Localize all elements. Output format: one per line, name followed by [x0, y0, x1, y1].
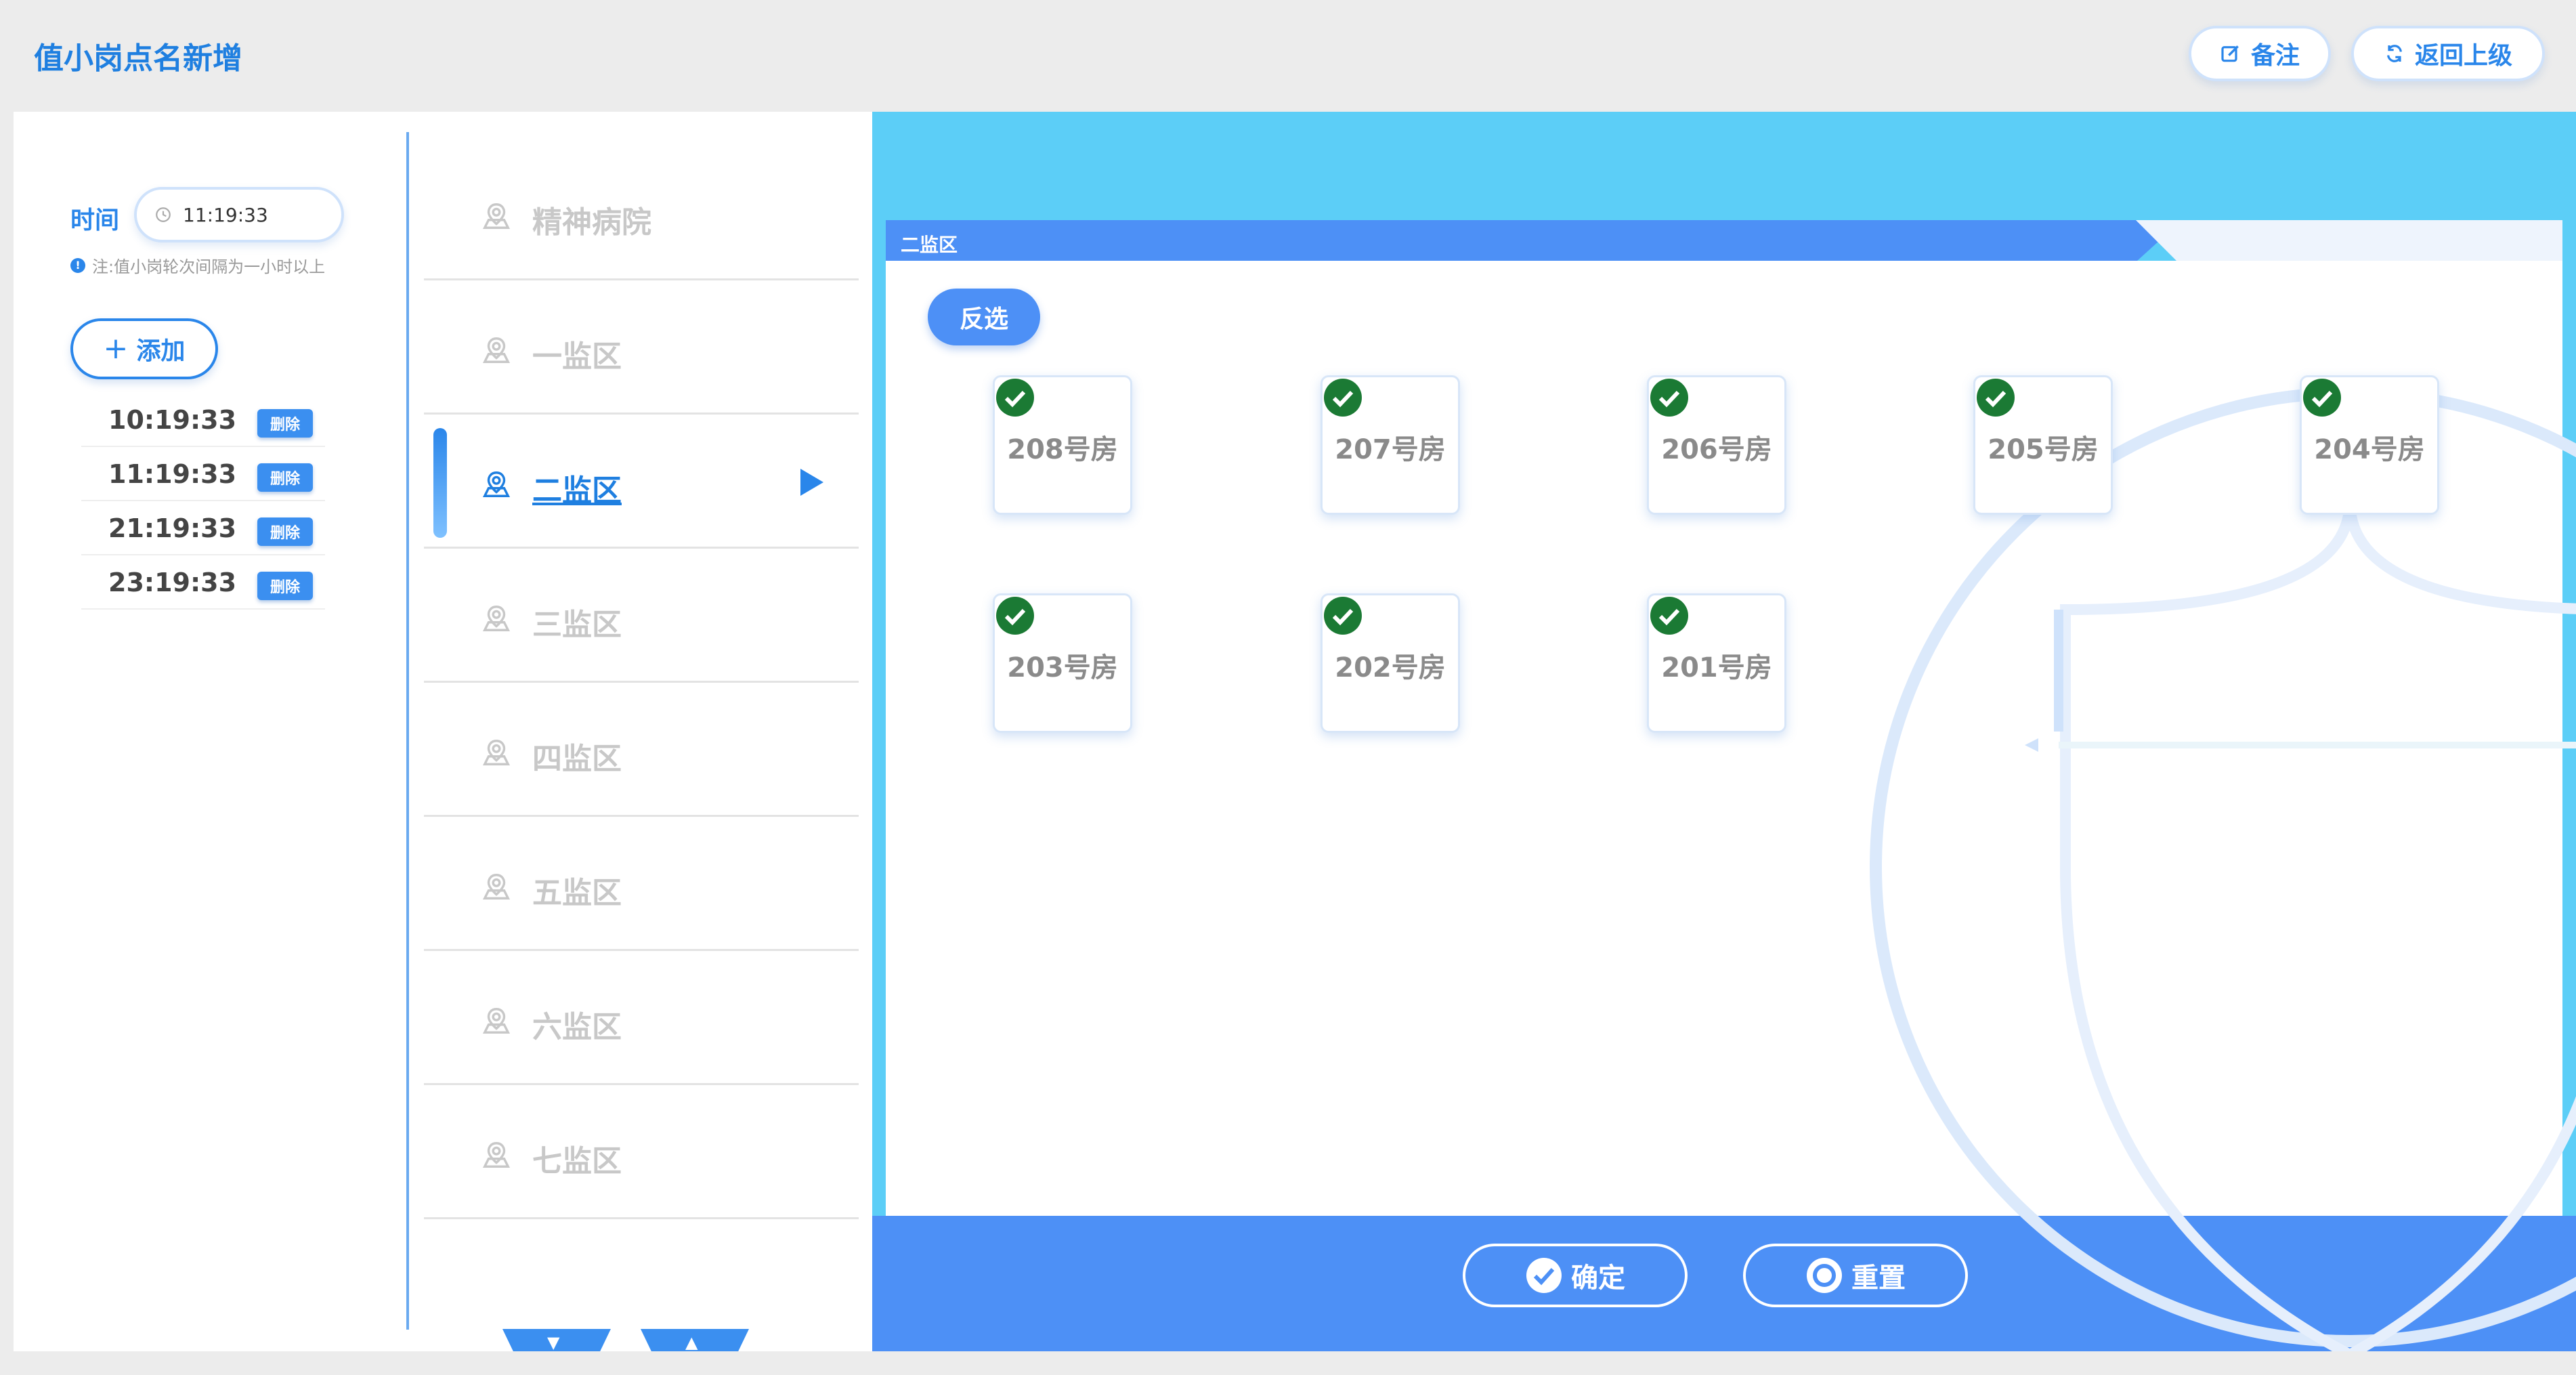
- zone-title: 二监区: [901, 234, 958, 256]
- area-item-zone-4[interactable]: 四监区: [424, 683, 859, 817]
- info-icon: !: [70, 257, 85, 273]
- time-input-value: 11:19:33: [183, 203, 268, 226]
- room-card[interactable]: 202号房: [1321, 593, 1460, 733]
- delete-button[interactable]: 删除: [257, 463, 313, 492]
- zone-header-decor: [2136, 220, 2562, 261]
- area-item-zone-2[interactable]: 二监区: [424, 415, 859, 549]
- reset-button-label: 重置: [1851, 1263, 1906, 1294]
- active-indicator: [433, 428, 447, 538]
- area-item-label: 七监区: [532, 1144, 622, 1179]
- check-circle-icon: [996, 597, 1034, 635]
- time-row: 21:19:33 删除: [81, 501, 325, 555]
- room-card[interactable]: 206号房: [1647, 375, 1786, 515]
- panel-divider: [406, 132, 409, 1330]
- area-item-label: 四监区: [532, 742, 622, 776]
- map-pin-icon: [482, 337, 511, 363]
- refresh-icon: [2387, 45, 2402, 62]
- area-item-label: 三监区: [532, 608, 622, 642]
- map-pin-icon: [482, 1008, 511, 1034]
- time-row-value: 11:19:33: [108, 459, 237, 489]
- shield-watermark-icon: [1870, 387, 2576, 1361]
- chevron-down-icon: ▼: [547, 1333, 560, 1352]
- add-button[interactable]: + 添加: [70, 318, 218, 379]
- check-circle-icon: [1650, 597, 1688, 635]
- clock-icon: [156, 207, 171, 222]
- area-item-zone-1[interactable]: 一监区: [424, 280, 859, 415]
- time-label: 时间: [70, 207, 120, 234]
- delete-button[interactable]: 删除: [257, 572, 313, 600]
- room-label: 205号房: [1988, 434, 2099, 465]
- room-card[interactable]: 207号房: [1321, 375, 1460, 515]
- room-card[interactable]: 204号房: [2300, 375, 2439, 515]
- add-button-label: 添加: [136, 337, 186, 365]
- map-pin-icon: [482, 606, 511, 631]
- back-button-label: 返回上级: [2414, 42, 2512, 70]
- zone-header-tab: [1884, 220, 2182, 261]
- area-item-hospital[interactable]: 精神病院: [424, 146, 859, 280]
- edit-icon: [2221, 45, 2239, 62]
- check-circle-icon: [1324, 379, 1362, 417]
- area-item-label: 精神病院: [532, 205, 651, 240]
- note-button[interactable]: 备注: [2189, 26, 2331, 81]
- interval-note: ! 注:值小岗轮次间隔为一小时以上: [70, 253, 325, 277]
- room-card[interactable]: 208号房: [993, 375, 1132, 515]
- room-label: 202号房: [1335, 652, 1446, 683]
- area-item-label: 五监区: [532, 876, 622, 910]
- area-item-zone-3[interactable]: 三监区: [424, 549, 859, 683]
- area-item-zone-7[interactable]: 七监区: [424, 1085, 859, 1219]
- reset-circle-icon: [1807, 1258, 1842, 1293]
- check-circle-icon: [1526, 1258, 1562, 1293]
- confirm-button[interactable]: 确定: [1463, 1244, 1688, 1307]
- room-label: 201号房: [1661, 652, 1772, 683]
- page-title: 值小岗点名新增: [34, 41, 242, 76]
- zone-header: [886, 220, 1884, 261]
- room-card[interactable]: 203号房: [993, 593, 1132, 733]
- map-pin-icon: [482, 740, 511, 765]
- area-item-label: 二监区: [532, 473, 622, 508]
- time-row: 11:19:33 删除: [81, 447, 325, 501]
- interval-note-text: 注:值小岗轮次间隔为一小时以上: [92, 257, 326, 276]
- area-item-label: 六监区: [532, 1010, 622, 1044]
- room-label: 208号房: [1007, 434, 1118, 465]
- time-input[interactable]: 11:19:33: [134, 187, 344, 242]
- delete-button[interactable]: 删除: [257, 409, 313, 438]
- room-label: 206号房: [1661, 434, 1772, 465]
- chevron-up-icon: ▲: [685, 1333, 698, 1352]
- area-item-zone-5[interactable]: 五监区: [424, 817, 859, 951]
- time-row-value: 23:19:33: [108, 568, 237, 597]
- room-label: 203号房: [1007, 652, 1118, 683]
- time-row-value: 21:19:33: [108, 513, 237, 543]
- note-button-label: 备注: [2250, 42, 2300, 70]
- delete-button[interactable]: 删除: [257, 517, 313, 546]
- room-card[interactable]: 201号房: [1647, 593, 1786, 733]
- map-pin-icon: [482, 874, 511, 900]
- map-pin-icon: [482, 471, 511, 497]
- area-item-zone-6[interactable]: 六监区: [424, 951, 859, 1085]
- check-circle-icon: [1977, 379, 2015, 417]
- check-circle-icon: [996, 379, 1034, 417]
- map-pin-icon: [482, 1142, 511, 1168]
- room-label: 207号房: [1335, 434, 1446, 465]
- time-row: 23:19:33 删除: [81, 555, 325, 610]
- room-card[interactable]: 205号房: [1973, 375, 2113, 515]
- bottom-strip: [0, 1351, 2576, 1375]
- map-pin-icon: [482, 203, 511, 229]
- confirm-button-label: 确定: [1571, 1263, 1625, 1294]
- plus-icon: +: [103, 331, 129, 366]
- check-circle-icon: [1324, 597, 1362, 635]
- area-item-label: 一监区: [532, 339, 622, 374]
- room-label: 204号房: [2314, 434, 2425, 465]
- time-row: 10:19:33 删除: [81, 393, 325, 447]
- back-button[interactable]: 返回上级: [2351, 26, 2545, 81]
- check-circle-icon: [2303, 379, 2341, 417]
- check-circle-icon: [1650, 379, 1688, 417]
- reset-button[interactable]: 重置: [1743, 1244, 1968, 1307]
- time-row-value: 10:19:33: [108, 405, 237, 435]
- invert-selection-button[interactable]: 反选: [928, 289, 1040, 345]
- play-arrow-icon: [800, 469, 823, 496]
